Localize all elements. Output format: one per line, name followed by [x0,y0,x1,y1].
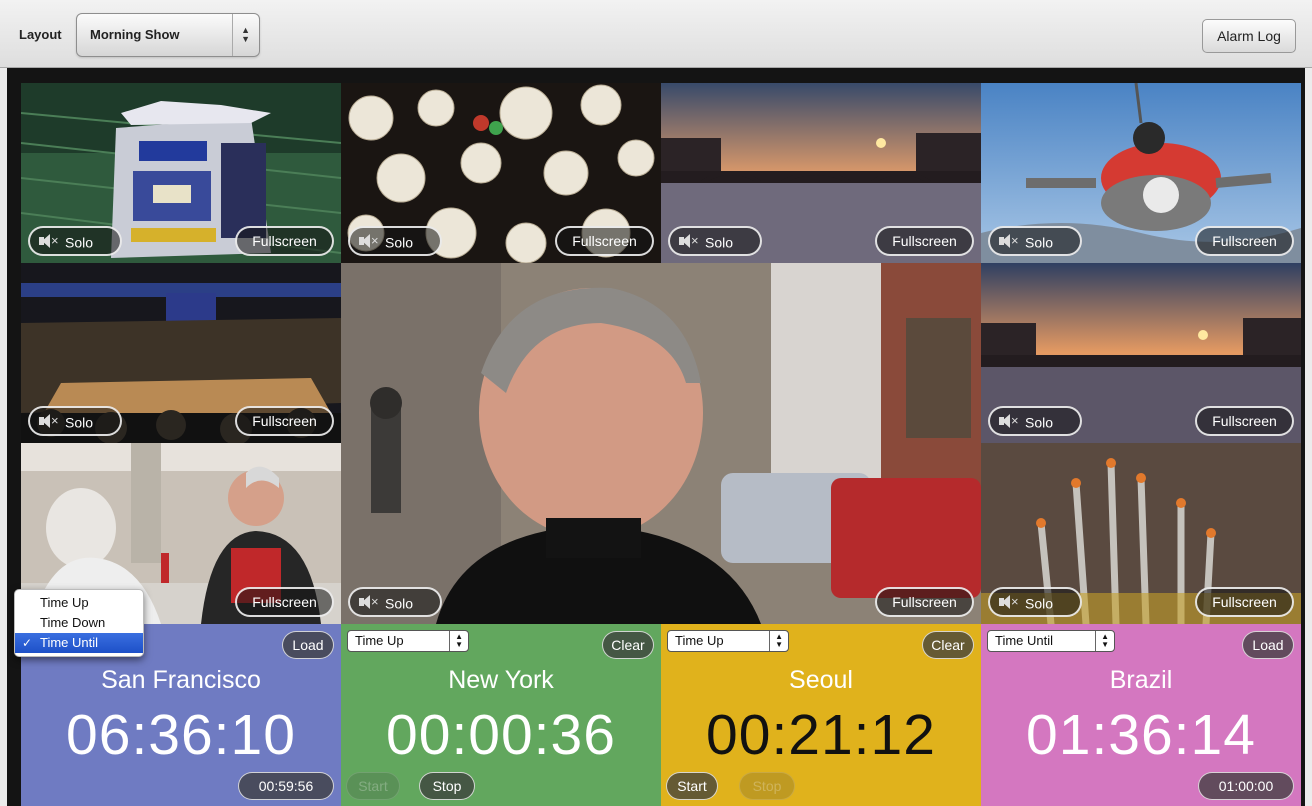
solo-button[interactable]: × Solo [668,226,762,256]
clock-panel-new-york: Time Up ▲ ▼ Clear New York 00:00:36 Start… [341,624,661,806]
stop-button[interactable]: Stop [739,772,795,800]
clock-mode-select[interactable]: Time Until ▲ ▼ [987,630,1115,652]
speaker-muted-icon: × [39,233,65,249]
clear-button[interactable]: Clear [602,631,654,659]
clock-city: Seoul [789,666,853,694]
fullscreen-button[interactable]: Fullscreen [235,587,334,617]
solo-label: Solo [1025,234,1054,251]
scene-man-portrait-main [341,263,981,624]
clock-time: 00:21:12 [706,703,936,767]
clock-mode-dropdown-menu: Time Up Time Down ✓ Time Until [14,589,144,657]
select-divider [769,631,770,651]
layout-select-divider [232,14,233,56]
speaker-muted-icon: × [39,413,65,429]
updown-arrows-icon: ▲ ▼ [241,25,250,44]
clock-city: New York [448,666,554,694]
video-tile-bridge-sunset-2[interactable]: × Solo Fullscreen [981,263,1301,443]
fullscreen-button[interactable]: Fullscreen [555,226,654,256]
solo-button[interactable]: × Solo [988,587,1082,617]
solo-button[interactable]: × Solo [348,226,442,256]
speaker-muted-icon: × [999,413,1025,429]
speaker-muted-icon: × [359,594,385,610]
video-tile-skydivers[interactable]: × Solo Fullscreen [981,83,1301,263]
updown-arrows-icon: ▲ ▼ [1101,632,1109,649]
countdown-target[interactable]: 00:59:56 [238,772,334,800]
video-tile-incense-sticks[interactable]: × Solo Fullscreen [981,443,1301,624]
solo-button[interactable]: × Solo [348,587,442,617]
video-tile-man-portrait-main[interactable]: × Solo Fullscreen [341,263,981,624]
solo-label: Solo [385,234,414,251]
clock-time: 06:36:10 [66,703,296,767]
fullscreen-button[interactable]: Fullscreen [235,406,334,436]
clock-city: Brazil [1109,666,1173,694]
speaker-muted-icon: × [999,233,1025,249]
solo-label: Solo [1025,414,1054,431]
dropdown-option-time-down[interactable]: Time Down [15,613,143,633]
countdown-target[interactable]: 01:00:00 [1198,772,1294,800]
start-button[interactable]: Start [346,772,400,800]
updown-arrows-icon: ▲ ▼ [455,632,463,649]
alarm-log-button[interactable]: Alarm Log [1202,19,1296,53]
dropdown-option-time-until[interactable]: ✓ Time Until [15,633,143,653]
video-tile-bridge-sunset-1[interactable]: × Solo Fullscreen [661,83,981,263]
load-button[interactable]: Load [282,631,334,659]
solo-button[interactable]: × Solo [988,406,1082,436]
checkmark-icon: ✓ [22,636,33,650]
solo-label: Solo [385,595,414,612]
load-button[interactable]: Load [1242,631,1294,659]
clock-city: San Francisco [101,666,261,694]
solo-label: Solo [65,414,94,431]
clock-mode-value: Time Until [995,633,1054,648]
solo-label: Solo [65,234,94,251]
clock-mode-select[interactable]: Time Up ▲ ▼ [667,630,789,652]
fullscreen-button[interactable]: Fullscreen [1195,226,1294,256]
clock-mode-value: Time Up [355,633,404,648]
video-tile-paper-lanterns[interactable]: × Solo Fullscreen [341,83,661,263]
solo-button[interactable]: × Solo [28,226,122,256]
fullscreen-button[interactable]: Fullscreen [875,587,974,617]
dropdown-option-time-up[interactable]: Time Up [15,593,143,613]
layout-select-value: Morning Show [90,27,180,42]
clock-mode-select[interactable]: Time Up ▲ ▼ [347,630,469,652]
select-divider [1095,631,1096,651]
solo-label: Solo [1025,595,1054,612]
start-button[interactable]: Start [666,772,718,800]
clock-panel-brazil: Time Until ▲ ▼ Load Brazil 01:36:14 01:00… [981,624,1301,806]
clock-time: 00:00:36 [386,703,616,767]
updown-arrows-icon: ▲ ▼ [775,632,783,649]
clock-time: 01:36:14 [1026,703,1256,767]
solo-button[interactable]: × Solo [988,226,1082,256]
layout-label: Layout [19,27,62,42]
clear-button[interactable]: Clear [922,631,974,659]
fullscreen-button[interactable]: Fullscreen [1195,587,1294,617]
fullscreen-button[interactable]: Fullscreen [1195,406,1294,436]
speaker-muted-icon: × [359,233,385,249]
dropdown-option-label: Time Until [40,635,99,650]
video-tile-arena-crowd[interactable]: × Solo Fullscreen [21,263,341,443]
stop-button[interactable]: Stop [419,772,475,800]
toolbar: Layout Morning Show ▲ ▼ Alarm Log [0,0,1312,68]
solo-label: Solo [705,234,734,251]
video-tile-arena-scoreboard[interactable]: × Solo Fullscreen [21,83,341,263]
speaker-muted-icon: × [999,594,1025,610]
speaker-muted-icon: × [679,233,705,249]
clock-panel-seoul: Time Up ▲ ▼ Clear Seoul 00:21:12 Start St… [661,624,981,806]
clock-mode-value: Time Up [675,633,724,648]
layout-select[interactable]: Morning Show ▲ ▼ [76,13,260,57]
fullscreen-button[interactable]: Fullscreen [235,226,334,256]
fullscreen-button[interactable]: Fullscreen [875,226,974,256]
select-divider [449,631,450,651]
solo-button[interactable]: × Solo [28,406,122,436]
